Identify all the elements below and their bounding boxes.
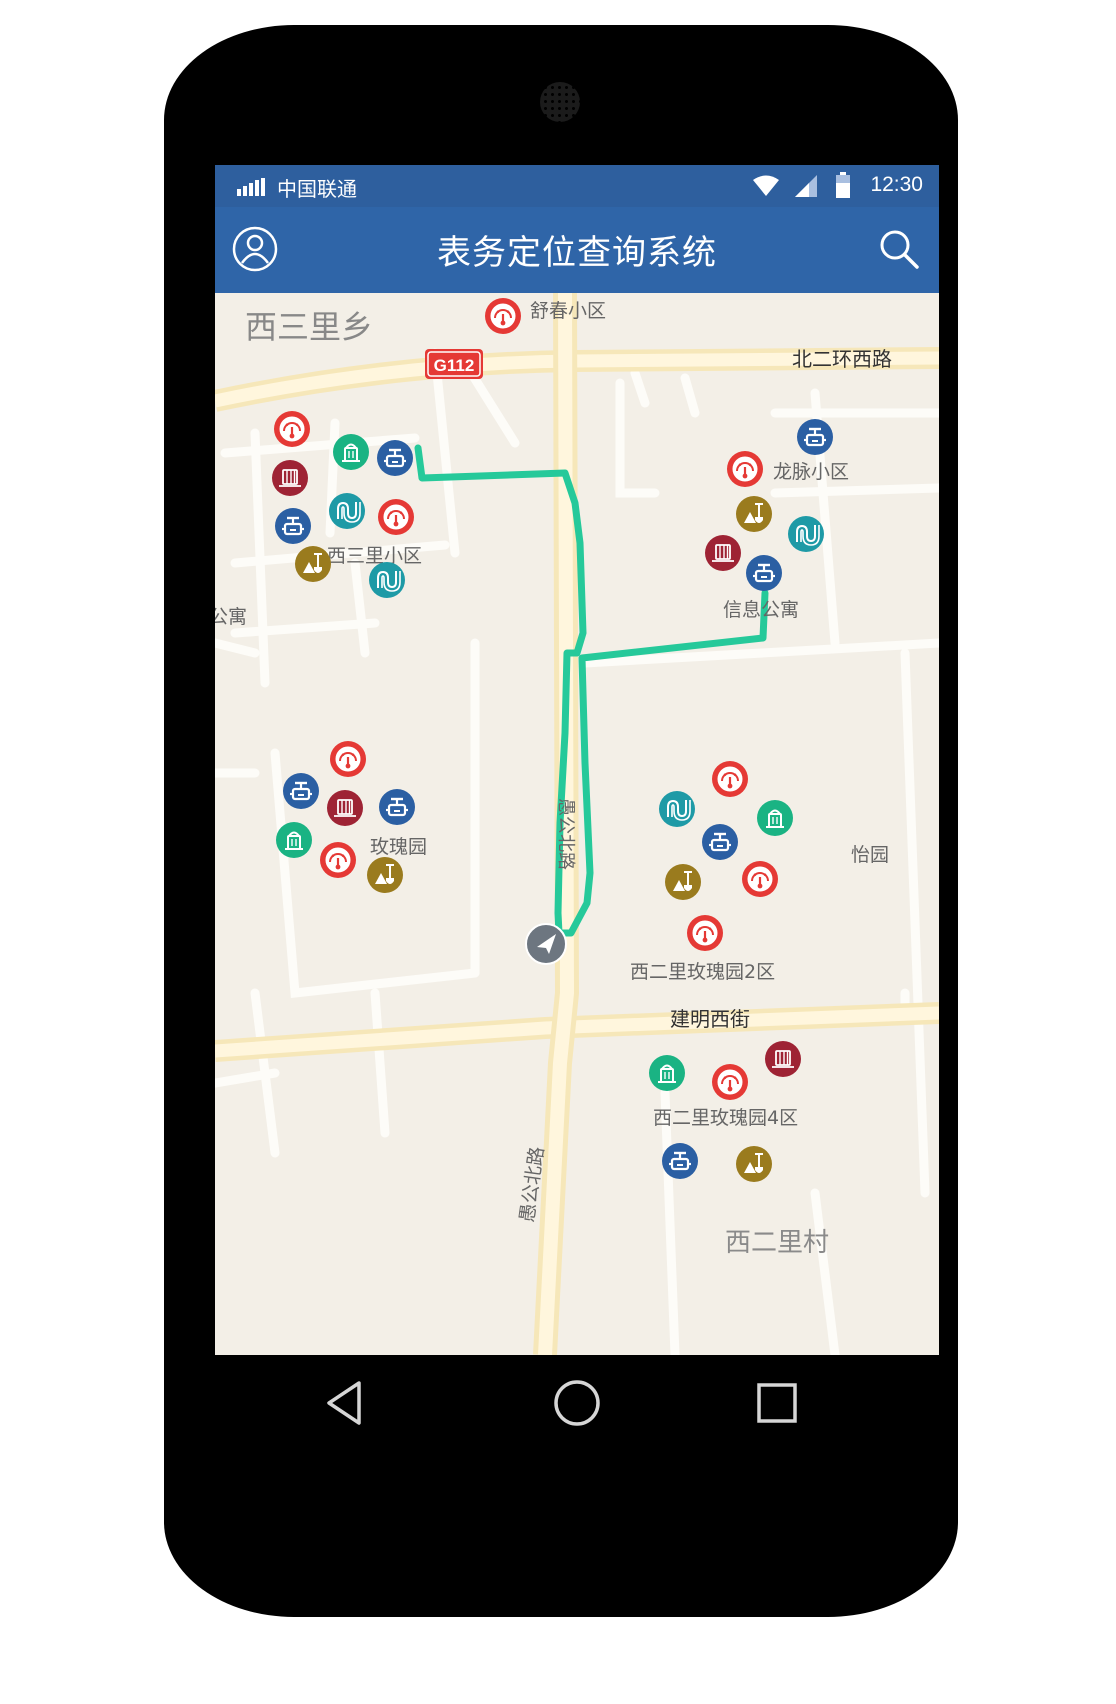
screen: 中国联通 12:30 表务定位查询系统 G112 西三里乡 舒春小区 北二环西路… [215, 165, 939, 1355]
hydrant-marker[interactable] [649, 1055, 685, 1091]
repair-marker[interactable] [367, 857, 403, 893]
back-triangle-icon[interactable] [315, 1373, 375, 1433]
g112-label: G112 [434, 356, 475, 375]
label-yugong-1: 愚公北路 [555, 798, 576, 870]
valve-marker[interactable] [275, 508, 311, 544]
signal-strength-icon [237, 178, 265, 196]
label-xisanli-xiaoqu: 西三里小区 [327, 545, 422, 567]
valve-marker[interactable] [662, 1143, 698, 1179]
pipe-marker[interactable] [369, 562, 405, 598]
map-view[interactable]: G112 西三里乡 舒春小区 北二环西路 龙脉小区 西三里小区 公寓 信息公寓 … [215, 293, 939, 1355]
valve-marker[interactable] [283, 773, 319, 809]
g112-shield: G112 [425, 349, 483, 379]
carrier-name: 中国联通 [277, 177, 357, 201]
repair-marker[interactable] [295, 546, 331, 582]
recent-square-icon[interactable] [747, 1373, 807, 1433]
meter-marker[interactable] [712, 1064, 748, 1100]
label-meiguiyuan2: 西二里玫瑰园2区 [630, 961, 775, 983]
label-beierhuan: 北二环西路 [792, 347, 892, 371]
label-shuchun: 舒春小区 [530, 300, 606, 322]
heater-marker[interactable] [327, 790, 363, 826]
wifi-icon [753, 175, 779, 196]
hydrant-marker[interactable] [276, 822, 312, 858]
earpiece-speaker [540, 82, 580, 122]
app-bar: 表务定位查询系统 [215, 207, 939, 293]
label-xisanlixiang: 西三里乡 [245, 308, 373, 346]
navigation-arrow-icon[interactable] [525, 923, 567, 965]
repair-marker[interactable] [736, 1146, 772, 1182]
heater-marker[interactable] [765, 1041, 801, 1077]
meter-marker[interactable] [320, 842, 356, 878]
hydrant-marker[interactable] [757, 800, 793, 836]
label-meiguiyuan4: 西二里玫瑰园4区 [653, 1107, 798, 1129]
label-yi: 怡园 [851, 844, 889, 866]
search-icon[interactable] [873, 223, 925, 275]
meter-marker[interactable] [742, 861, 778, 897]
meter-marker[interactable] [687, 915, 723, 951]
meter-marker[interactable] [485, 298, 521, 334]
system-nav-bar [215, 1355, 939, 1455]
valve-marker[interactable] [797, 419, 833, 455]
heater-marker[interactable] [272, 460, 308, 496]
page-title: 表务定位查询系统 [437, 233, 717, 273]
label-meiguiyuan: 玫瑰园 [370, 836, 427, 858]
label-xierlicun: 西二里村 [725, 1228, 829, 1258]
meter-marker[interactable] [274, 411, 310, 447]
label-longmai: 龙脉小区 [773, 461, 849, 483]
status-bar: 中国联通 12:30 [215, 165, 939, 207]
repair-marker[interactable] [665, 864, 701, 900]
label-gongyu: 公寓 [215, 606, 247, 628]
clock: 12:30 [870, 173, 923, 196]
meter-marker[interactable] [378, 499, 414, 535]
battery-icon [836, 172, 850, 198]
valve-marker[interactable] [702, 824, 738, 860]
meter-marker[interactable] [727, 451, 763, 487]
home-circle-icon[interactable] [547, 1373, 607, 1433]
meter-marker[interactable] [712, 761, 748, 797]
pipe-marker[interactable] [329, 493, 365, 529]
hydrant-marker[interactable] [333, 434, 369, 470]
cellular-icon [795, 175, 817, 197]
valve-marker[interactable] [379, 789, 415, 825]
heater-marker[interactable] [705, 535, 741, 571]
meter-marker[interactable] [330, 741, 366, 777]
pipe-marker[interactable] [788, 516, 824, 552]
pipe-marker[interactable] [659, 791, 695, 827]
valve-marker[interactable] [377, 440, 413, 476]
valve-marker[interactable] [746, 555, 782, 591]
label-jianming: 建明西街 [670, 1007, 750, 1031]
repair-marker[interactable] [736, 496, 772, 532]
label-xinxi-gongyu: 信息公寓 [723, 599, 799, 621]
